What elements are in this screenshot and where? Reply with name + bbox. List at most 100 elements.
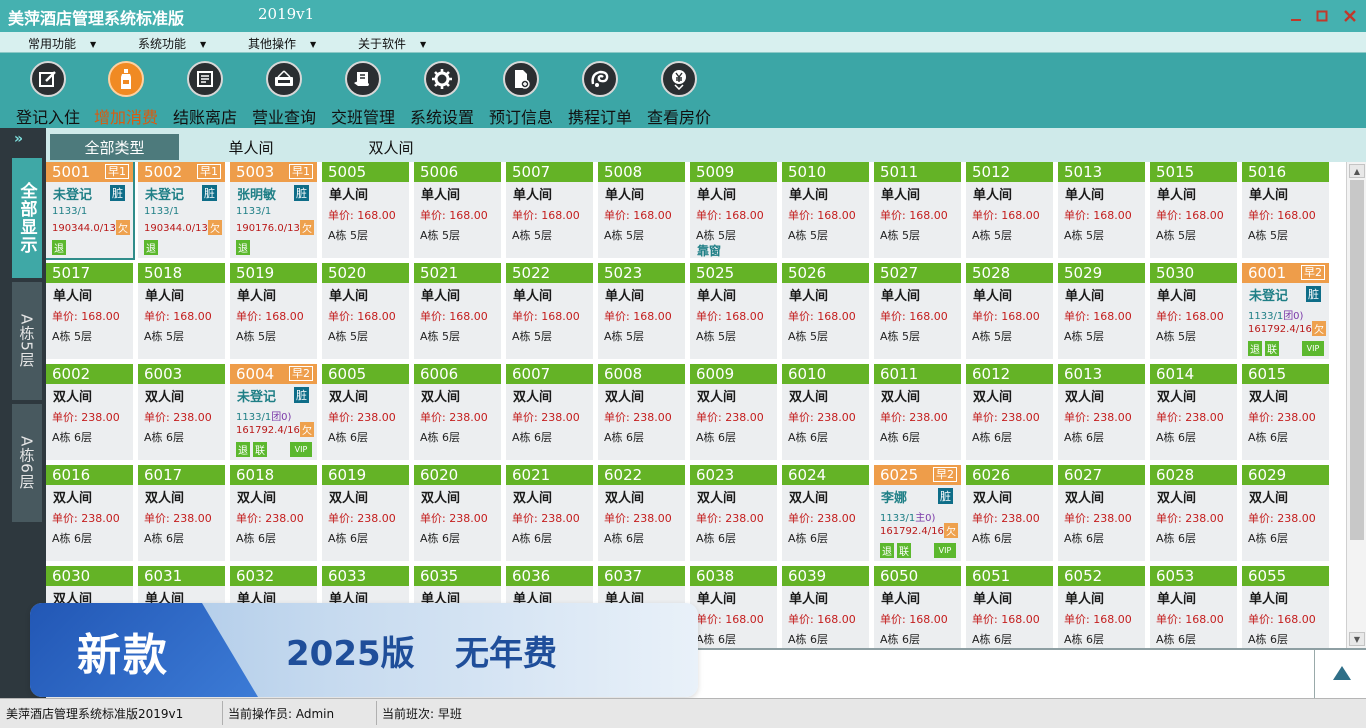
scroll-down-icon[interactable]: ▼ [1349,632,1365,646]
room-card[interactable]: 6001 早2 未登记 脏1133/1团0) 161792.4/1674欠退联 VIP [1242,263,1329,359]
room-card[interactable]: 6029 双人间 单价: 238.00 A栋 6层 [1242,465,1329,561]
sidebar-item-all[interactable]: 全部显示 [12,158,42,278]
system-settings-button[interactable]: 系统设置 [402,59,482,127]
room-card[interactable]: 5022 单人间 单价: 168.00 A栋 5层 [506,263,593,359]
close-button[interactable] [1336,0,1364,32]
tab-all-types[interactable]: 全部类型 [50,134,179,160]
room-card[interactable]: 5027 单人间 单价: 168.00 A栋 5层 [874,263,961,359]
checkout-badge[interactable]: 退 [1248,341,1262,356]
room-card[interactable]: 6010 双人间 单价: 238.00 A栋 6层 [782,364,869,460]
checkout-badge[interactable]: 退 [52,240,66,255]
room-card[interactable]: 5025 单人间 单价: 168.00 A栋 5层 [690,263,777,359]
ctrip-orders-button[interactable]: 携程订单 [560,59,640,127]
sidebar-toggle-icon[interactable]: » [14,131,23,147]
room-card[interactable]: 6021 双人间 单价: 238.00 A栋 6层 [506,465,593,561]
room-card[interactable]: 6025 早2 李娜 脏1133/1主0) 161792.4/1674欠退联 VIP [874,465,961,561]
room-card[interactable]: 6026 双人间 单价: 238.00 A栋 6层 [966,465,1053,561]
room-card[interactable]: 6005 双人间 单价: 238.00 A栋 6层 [322,364,409,460]
room-card[interactable]: 5012 单人间 单价: 168.00 A栋 5层 [966,162,1053,258]
room-card[interactable]: 6004 早2 未登记 脏1133/1团0) 161792.4/1674欠退联 VIP [230,364,317,460]
sidebar-item-a-5f[interactable]: A栋5层 [12,282,42,400]
room-card[interactable]: 6020 双人间 单价: 238.00 A栋 6层 [414,465,501,561]
room-card[interactable]: 5029 单人间 单价: 168.00 A栋 5层 [1058,263,1145,359]
view-room-price-button[interactable]: 查看房价 [639,59,719,127]
menu-system[interactable]: 系统功能 ▼ [138,35,206,52]
menu-other[interactable]: 其他操作 ▼ [248,35,316,52]
room-card[interactable]: 5019 单人间 单价: 168.00 A栋 5层 [230,263,317,359]
check-in-button[interactable]: 登记入住 [8,59,88,127]
linked-badge[interactable]: 联 [897,543,911,558]
room-card[interactable]: 6018 双人间 单价: 238.00 A栋 6层 [230,465,317,561]
room-card[interactable]: 6015 双人间 单价: 238.00 A栋 6层 [1242,364,1329,460]
room-card[interactable]: 6019 双人间 单价: 238.00 A栋 6层 [322,465,409,561]
room-card[interactable]: 6055 单人间 单价: 168.00 A栋 6层 [1242,566,1329,648]
room-card[interactable]: 6051 单人间 单价: 168.00 A栋 6层 [966,566,1053,648]
room-card[interactable]: 5017 单人间 单价: 168.00 A栋 5层 [46,263,133,359]
room-card[interactable]: 5010 单人间 单价: 168.00 A栋 5层 [782,162,869,258]
room-card[interactable]: 5008 单人间 单价: 168.00 A栋 5层 [598,162,685,258]
room-card[interactable]: 6002 双人间 单价: 238.00 A栋 6层 [46,364,133,460]
room-card[interactable]: 6016 双人间 单价: 238.00 A栋 6层 [46,465,133,561]
vip-badge[interactable]: VIP [290,442,312,457]
checkout-badge[interactable]: 退 [144,240,158,255]
collapse-up-button[interactable] [1328,660,1356,686]
room-card[interactable]: 5028 单人间 单价: 168.00 A栋 5层 [966,263,1053,359]
checkout-badge[interactable]: 退 [236,442,250,457]
room-card[interactable]: 5001 早1 未登记 脏 1133/1 190344.0/1374欠退 [46,162,135,260]
room-card[interactable]: 5009 单人间 单价: 168.00 A栋 5层 靠窗 [690,162,777,258]
room-card[interactable]: 6017 双人间 单价: 238.00 A栋 6层 [138,465,225,561]
room-card[interactable]: 6052 单人间 单价: 168.00 A栋 6层 [1058,566,1145,648]
room-card[interactable]: 6039 单人间 单价: 168.00 A栋 6层 [782,566,869,648]
room-card[interactable]: 6008 双人间 单价: 238.00 A栋 6层 [598,364,685,460]
room-card[interactable]: 5006 单人间 单价: 168.00 A栋 5层 [414,162,501,258]
room-card[interactable]: 5021 单人间 单价: 168.00 A栋 5层 [414,263,501,359]
tab-double-room[interactable]: 双人间 [336,134,446,160]
linked-badge[interactable]: 联 [1265,341,1279,356]
room-card[interactable]: 5023 单人间 单价: 168.00 A栋 5层 [598,263,685,359]
menu-about[interactable]: 关于软件 ▼ [358,35,426,52]
maximize-button[interactable] [1308,0,1336,32]
room-card[interactable]: 6053 单人间 单价: 168.00 A栋 6层 [1150,566,1237,648]
room-card[interactable]: 6028 双人间 单价: 238.00 A栋 6层 [1150,465,1237,561]
room-card[interactable]: 6003 双人间 单价: 238.00 A栋 6层 [138,364,225,460]
add-consumption-button[interactable]: 增加消费 [86,59,166,127]
vip-badge[interactable]: VIP [1302,341,1324,356]
vertical-scrollbar[interactable]: ▲ ▼ [1346,162,1366,648]
linked-badge[interactable]: 联 [253,442,267,457]
room-card[interactable]: 5007 单人间 单价: 168.00 A栋 5层 [506,162,593,258]
room-card[interactable]: 6007 双人间 单价: 238.00 A栋 6层 [506,364,593,460]
room-card[interactable]: 5005 单人间 单价: 168.00 A栋 5层 [322,162,409,258]
room-card[interactable]: 5016 单人间 单价: 168.00 A栋 5层 [1242,162,1329,258]
room-card[interactable]: 6027 双人间 单价: 238.00 A栋 6层 [1058,465,1145,561]
room-card[interactable]: 6014 双人间 单价: 238.00 A栋 6层 [1150,364,1237,460]
room-card[interactable]: 5026 单人间 单价: 168.00 A栋 5层 [782,263,869,359]
room-card[interactable]: 6009 双人间 单价: 238.00 A栋 6层 [690,364,777,460]
room-card[interactable]: 6050 单人间 单价: 168.00 A栋 6层 [874,566,961,648]
room-card[interactable]: 5002 早1 未登记 脏 1133/1 190344.0/1374欠退 [138,162,225,258]
room-card[interactable]: 5018 单人间 单价: 168.00 A栋 5层 [138,263,225,359]
checkout-button[interactable]: 结账离店 [165,59,245,127]
shift-handover-button[interactable]: 交班管理 [323,59,403,127]
room-card[interactable]: 5013 单人间 单价: 168.00 A栋 5层 [1058,162,1145,258]
room-card[interactable]: 6012 双人间 单价: 238.00 A栋 6层 [966,364,1053,460]
room-card[interactable]: 6013 双人间 单价: 238.00 A栋 6层 [1058,364,1145,460]
room-card[interactable]: 5011 单人间 单价: 168.00 A栋 5层 [874,162,961,258]
room-card[interactable]: 6038 单人间 单价: 168.00 A栋 6层 [690,566,777,648]
room-card[interactable]: 6006 双人间 单价: 238.00 A栋 6层 [414,364,501,460]
room-card[interactable]: 5003 早1 张明敏 脏 1133/1 190176.0/1374欠退 [230,162,317,258]
vip-badge[interactable]: VIP [934,543,956,558]
checkout-badge[interactable]: 退 [880,543,894,558]
room-card[interactable]: 6024 双人间 单价: 238.00 A栋 6层 [782,465,869,561]
scroll-thumb[interactable] [1350,180,1364,540]
sidebar-item-a-6f[interactable]: A栋6层 [12,404,42,522]
booking-info-button[interactable]: 预订信息 [481,59,561,127]
tab-single-room[interactable]: 单人间 [196,134,306,160]
menu-common[interactable]: 常用功能 ▼ [28,35,96,52]
room-card[interactable]: 5020 单人间 单价: 168.00 A栋 5层 [322,263,409,359]
scroll-up-icon[interactable]: ▲ [1349,164,1365,178]
room-card[interactable]: 5030 单人间 单价: 168.00 A栋 5层 [1150,263,1237,359]
promo-banner[interactable]: 新款 2025版 无年费 [30,603,698,697]
room-card[interactable]: 5015 单人间 单价: 168.00 A栋 5层 [1150,162,1237,258]
minimize-button[interactable] [1282,0,1310,32]
business-query-button[interactable]: 营业查询 [244,59,324,127]
